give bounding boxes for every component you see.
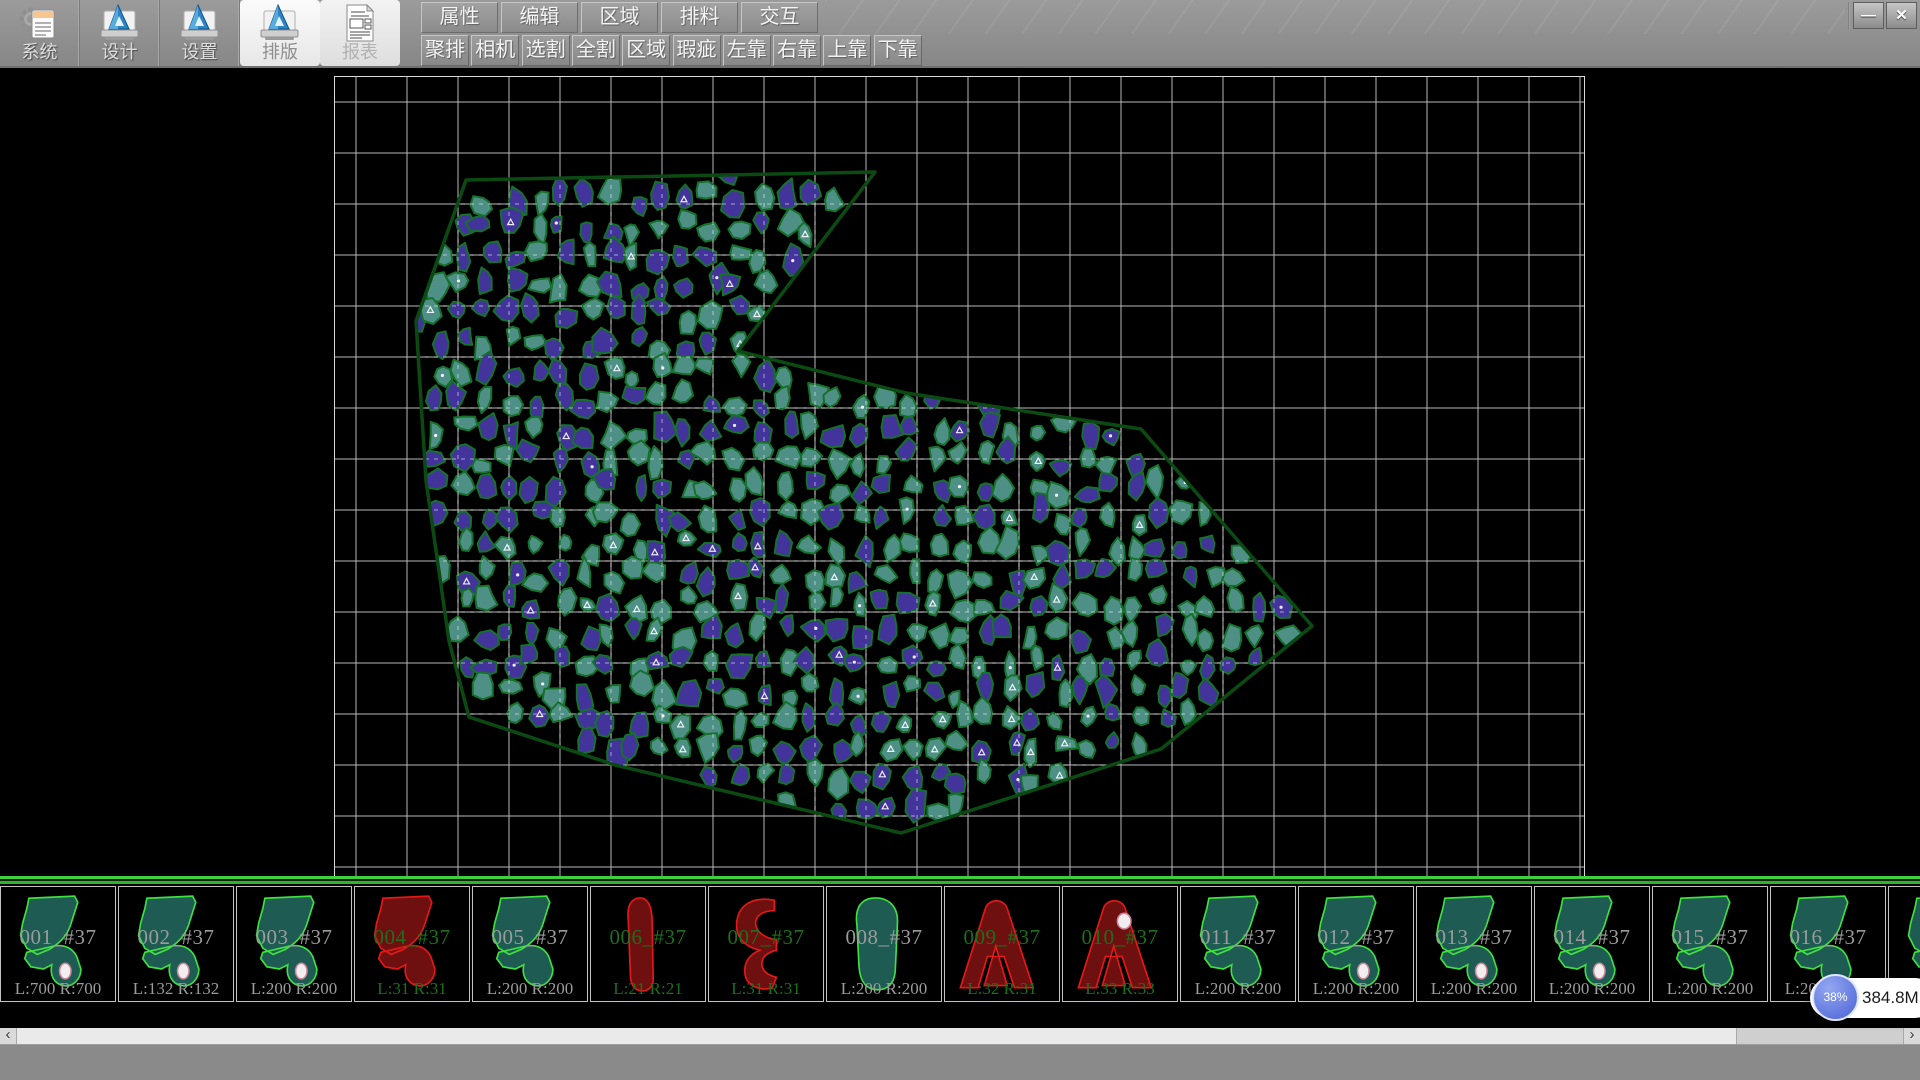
nesting-canvas[interactable]	[334, 76, 1585, 877]
part-name-label: 006_#37	[591, 925, 705, 950]
part-thumbnail-011_#37[interactable]: 011_#37 L:200 R:200	[1180, 886, 1296, 1002]
tool-item-左靠-6[interactable]: 左靠	[723, 35, 771, 66]
part-lr-count-label: L:32 R:31	[945, 979, 1059, 999]
toolbar-button-报表[interactable]: 报表	[320, 0, 400, 66]
tool-item-聚排-0[interactable]: 聚排	[421, 35, 469, 66]
toolbar-button-label: 设计	[80, 38, 159, 64]
parts-thumbnail-strip: 001_#37L:700 R:700002_#37L:132 R:132003_…	[0, 886, 1920, 1004]
part-name-label: 008_#37	[827, 925, 941, 950]
part-lr-count-label: L:200 R:200	[473, 979, 587, 999]
titlebar-texture	[825, 0, 1845, 34]
toolbar-button-系统[interactable]: 系统	[0, 0, 80, 66]
part-thumbnail-003_#37[interactable]: 003_#37 L:200 R:200	[236, 886, 352, 1002]
scroll-left-arrow-icon[interactable]: ‹	[0, 1028, 17, 1044]
part-thumbnail-010_#37[interactable]: 010_#37 L:33 R:33	[1062, 886, 1178, 1002]
part-name-label: 015_#37	[1653, 925, 1767, 950]
part-lr-count-label: L:200 R:200	[1299, 979, 1413, 999]
memory-usage-label: 384.8M	[1862, 988, 1919, 1007]
part-name-label: 011_#37	[1181, 925, 1295, 950]
tool-item-上靠-8[interactable]: 上靠	[823, 35, 871, 66]
part-lr-count-label: L:132 R:132	[119, 979, 233, 999]
part-lr-count-label: L:200 R:200	[237, 979, 351, 999]
toolbar-button-设计[interactable]: 设计	[80, 0, 160, 66]
progress-circle: 38%	[1812, 974, 1859, 1021]
menu-item-交互[interactable]: 交互	[741, 2, 818, 33]
menu-item-排料[interactable]: 排料	[661, 2, 738, 33]
window-controls-divider	[1848, 2, 1850, 29]
part-name-label: 001_#37	[1, 925, 115, 950]
part-thumbnail-009_#37[interactable]: 009_#37 L:32 R:31	[944, 886, 1060, 1002]
tool-item-全割-3[interactable]: 全割	[572, 35, 620, 66]
part-name-label: 014_#37	[1535, 925, 1649, 950]
part-name-label: 005_#37	[473, 925, 587, 950]
scrollbar-thumb[interactable]	[17, 1028, 1737, 1044]
part-name-label: 016_#37	[1771, 925, 1885, 950]
part-thumbnail-015_#37[interactable]: 015_#37 L:200 R:200	[1652, 886, 1768, 1002]
menu-item-编辑[interactable]: 编辑	[501, 2, 578, 33]
part-name-label: 002_#37	[119, 925, 233, 950]
tool-item-下靠-9[interactable]: 下靠	[874, 35, 922, 66]
toolbar-button-设置[interactable]: 设置	[160, 0, 240, 66]
part-thumbnail-004_#37[interactable]: 004_#37 L:31 R:31	[354, 886, 470, 1002]
part-thumbnail-012_#37[interactable]: 012_#37 L:200 R:200	[1298, 886, 1414, 1002]
part-name-label: 007_#37	[709, 925, 823, 950]
status-badge: 38% 384.8M	[1810, 978, 1920, 1018]
part-lr-count-label: L:200 R:200	[1653, 979, 1767, 999]
toolbar-button-label: 系统	[0, 38, 79, 64]
close-button[interactable]: ✕	[1886, 2, 1917, 29]
toolbar-button-label: 排版	[240, 38, 320, 64]
minimize-button[interactable]: —	[1853, 2, 1884, 29]
toolbar-button-label: 设置	[160, 38, 239, 64]
part-thumbnail-005_#37[interactable]: 005_#37 L:200 R:200	[472, 886, 588, 1002]
part-thumbnail-001_#37[interactable]: 001_#37 L:700 R:700	[0, 886, 116, 1002]
part-lr-count-label: L:31 R:31	[709, 979, 823, 999]
titlebar: 系统设计设置排版报表 属性编辑区域排料交互 聚排相机选割全割区域瑕疵左靠右靠上靠…	[0, 0, 1920, 68]
part-lr-count-label: L:33 R:33	[1063, 979, 1177, 999]
nesting-canvas-svg[interactable]	[335, 77, 1584, 876]
toolbar-button-label: 报表	[320, 38, 400, 64]
tool-item-区域-4[interactable]: 区域	[622, 35, 670, 66]
part-name-label: 004_#37	[355, 925, 469, 950]
nested-pieces[interactable]	[407, 167, 1302, 823]
scroll-right-arrow-icon[interactable]: ›	[1903, 1028, 1920, 1044]
tool-item-右靠-7[interactable]: 右靠	[773, 35, 821, 66]
part-name-label: 012_#37	[1299, 925, 1413, 950]
part-thumbnail-008_#37[interactable]: 008_#37 L:200 R:200	[826, 886, 942, 1002]
part-thumbnail-002_#37[interactable]: 002_#37 L:132 R:132	[118, 886, 234, 1002]
horizontal-scrollbar[interactable]: ‹ ›	[0, 1028, 1920, 1044]
part-name-label: 003_#37	[237, 925, 351, 950]
part-name-label: 009_#37	[945, 925, 1059, 950]
tool-item-选割-2[interactable]: 选割	[522, 35, 570, 66]
panel-separator	[0, 876, 1920, 886]
part-lr-count-label: L:200 R:200	[827, 979, 941, 999]
part-lr-count-label: L:200 R:200	[1417, 979, 1531, 999]
nesting-workspace	[0, 68, 1920, 876]
part-lr-count-label: L:21 R:21	[591, 979, 705, 999]
part-thumbnail-014_#37[interactable]: 014_#37 L:200 R:200	[1534, 886, 1650, 1002]
part-lr-count-label: L:31 R:31	[355, 979, 469, 999]
part-thumbnail-013_#37[interactable]: 013_#37 L:200 R:200	[1416, 886, 1532, 1002]
toolbar-button-排版[interactable]: 排版	[240, 0, 320, 66]
window-bottom-chrome	[0, 1044, 1920, 1080]
part-lr-count-label: L:200 R:200	[1181, 979, 1295, 999]
part-thumbnail-006_#37[interactable]: 006_#37 L:21 R:21	[590, 886, 706, 1002]
part-thumbnail-007_#37[interactable]: 007_#37 L:31 R:31	[708, 886, 824, 1002]
part-name-label: 013_#37	[1417, 925, 1531, 950]
part-lr-count-label: L:700 R:700	[1, 979, 115, 999]
tool-item-瑕疵-5[interactable]: 瑕疵	[673, 35, 721, 66]
menu-item-属性[interactable]: 属性	[421, 2, 498, 33]
tool-item-相机-1[interactable]: 相机	[471, 35, 519, 66]
part-name-label: 010_#37	[1063, 925, 1177, 950]
part-lr-count-label: L:200 R:200	[1535, 979, 1649, 999]
menu-item-区域[interactable]: 区域	[581, 2, 658, 33]
